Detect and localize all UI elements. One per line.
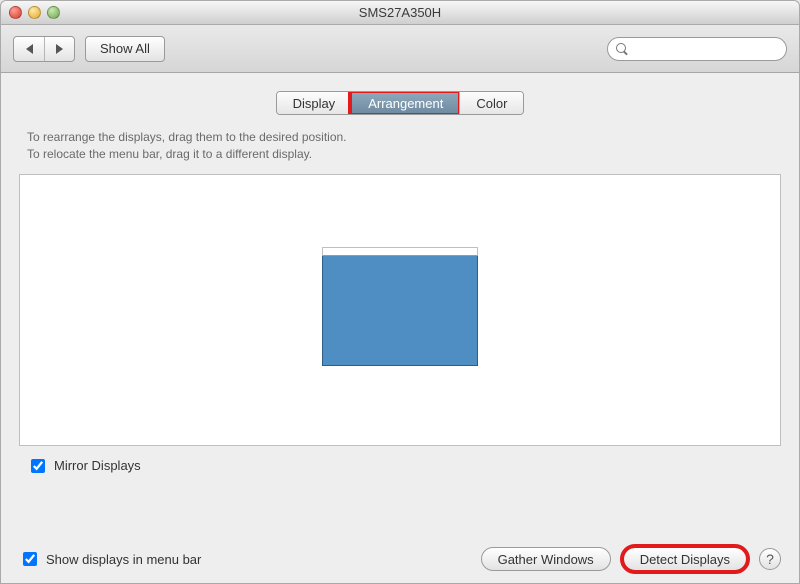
mirror-displays-label: Mirror Displays xyxy=(54,458,141,473)
toolbar: Show All xyxy=(1,25,799,73)
tab-display[interactable]: Display xyxy=(277,92,352,114)
zoom-icon[interactable] xyxy=(47,6,60,19)
show-all-button[interactable]: Show All xyxy=(85,36,165,62)
search-input[interactable] xyxy=(631,41,778,57)
hint-line-2: To relocate the menu bar, drag it to a d… xyxy=(27,146,777,163)
hint-line-1: To rearrange the displays, drag them to … xyxy=(27,129,777,146)
show-displays-menubar-label: Show displays in menu bar xyxy=(46,552,201,567)
display-representation[interactable] xyxy=(322,254,478,366)
preferences-window: SMS27A350H Show All Display Arrangement … xyxy=(0,0,800,584)
forward-button[interactable] xyxy=(44,37,74,61)
instruction-text: To rearrange the displays, drag them to … xyxy=(27,129,777,164)
chevron-left-icon xyxy=(26,44,33,54)
search-icon xyxy=(616,43,627,55)
show-displays-menubar-row[interactable]: Show displays in menu bar xyxy=(19,549,201,569)
detect-displays-button[interactable]: Detect Displays xyxy=(623,547,747,571)
tab-color[interactable]: Color xyxy=(459,92,523,114)
back-button[interactable] xyxy=(14,37,44,61)
search-field[interactable] xyxy=(607,37,787,61)
show-displays-menubar-checkbox[interactable] xyxy=(23,552,37,566)
chevron-right-icon xyxy=(56,44,63,54)
tab-arrangement[interactable]: Arrangement xyxy=(351,92,459,114)
nav-segment xyxy=(13,36,75,62)
window-controls xyxy=(9,6,60,19)
minimize-icon[interactable] xyxy=(28,6,41,19)
gather-windows-button[interactable]: Gather Windows xyxy=(481,547,611,571)
mirror-displays-row[interactable]: Mirror Displays xyxy=(27,456,777,476)
arrangement-canvas[interactable] xyxy=(19,174,781,446)
tab-segment: Display Arrangement Color xyxy=(276,91,525,115)
mirror-displays-checkbox[interactable] xyxy=(31,459,45,473)
close-icon[interactable] xyxy=(9,6,22,19)
help-button[interactable]: ? xyxy=(759,548,781,570)
titlebar: SMS27A350H xyxy=(1,1,799,25)
window-title: SMS27A350H xyxy=(9,5,791,20)
menubar-representation[interactable] xyxy=(322,247,478,256)
content-area: Display Arrangement Color To rearrange t… xyxy=(1,73,799,486)
footer: Show displays in menu bar Gather Windows… xyxy=(1,547,799,571)
